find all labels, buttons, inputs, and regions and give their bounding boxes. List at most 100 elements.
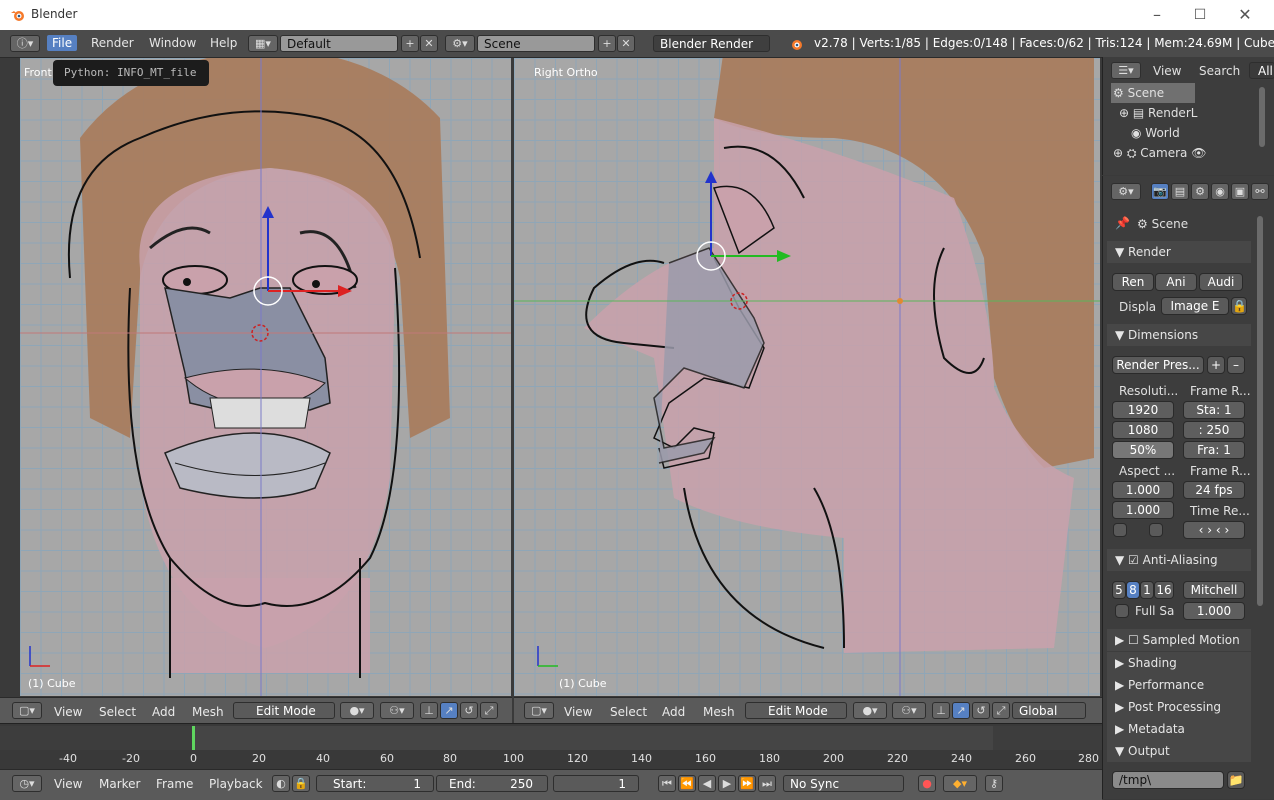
- visibility-eye-icon[interactable]: 👁: [1191, 146, 1206, 160]
- editor-type-3dview-icon[interactable]: ▢▾: [524, 702, 554, 719]
- world-tab-icon[interactable]: ◉: [1211, 183, 1229, 200]
- timeline-menu-frame[interactable]: Frame: [156, 777, 193, 791]
- render-engine-select[interactable]: Blender Render: [653, 35, 770, 52]
- panel-header-metadata[interactable]: ▶ Metadata: [1107, 718, 1251, 740]
- frame-end-field[interactable]: : 250: [1183, 421, 1245, 439]
- add-screen-icon[interactable]: +: [401, 35, 419, 52]
- view3d-menu-view[interactable]: View: [564, 705, 592, 719]
- aa-filter-select[interactable]: Mitchell: [1183, 581, 1245, 599]
- aa-samples-5[interactable]: 5: [1112, 581, 1126, 599]
- object-tab-icon[interactable]: ▣: [1231, 183, 1249, 200]
- render-tab-icon[interactable]: 📷: [1151, 183, 1169, 200]
- timeline-menu-marker[interactable]: Marker: [99, 777, 140, 791]
- full-sample-checkbox[interactable]: [1115, 604, 1129, 618]
- pivot-select-icon[interactable]: ⚇▾: [892, 702, 926, 719]
- outliner-item-camera[interactable]: ⊕ ⛭ Camera 👁: [1113, 146, 1206, 161]
- play-reverse-icon[interactable]: ◀: [698, 775, 716, 792]
- shading-select-icon[interactable]: ●▾: [340, 702, 374, 719]
- rotate-manipulator-icon[interactable]: ↺: [972, 702, 990, 719]
- constraints-tab-icon[interactable]: ⚯: [1251, 183, 1269, 200]
- mode-select[interactable]: Edit Mode: [745, 702, 847, 719]
- aspect-x-field[interactable]: 1.000: [1112, 481, 1174, 499]
- aa-samples-11[interactable]: 1: [1140, 581, 1154, 599]
- play-icon[interactable]: ▶: [718, 775, 736, 792]
- add-scene-icon[interactable]: +: [598, 35, 616, 52]
- menu-render[interactable]: Render: [86, 35, 139, 51]
- shading-select-icon[interactable]: ●▾: [853, 702, 887, 719]
- output-path-field[interactable]: /tmp\: [1112, 771, 1224, 789]
- outliner-item-renderlayers[interactable]: ⊕ ▤ RenderL: [1119, 106, 1197, 120]
- jump-end-icon[interactable]: ⏭: [758, 775, 776, 792]
- mode-select[interactable]: Edit Mode: [233, 702, 335, 719]
- lock-interface-icon[interactable]: 🔒: [1231, 297, 1247, 315]
- resolution-percentage-field[interactable]: 50%: [1112, 441, 1174, 459]
- panel-header-dimensions[interactable]: ▼ Dimensions: [1107, 324, 1251, 346]
- editor-type-timeline-icon[interactable]: ◷▾: [12, 775, 42, 792]
- menu-file[interactable]: File: [47, 35, 78, 51]
- panel-header-antialiasing[interactable]: ▼ ☑ Anti-Aliasing: [1107, 549, 1251, 571]
- start-frame-field[interactable]: Start: 1: [316, 775, 434, 792]
- scale-manipulator-icon[interactable]: ⤢: [480, 702, 498, 719]
- transform-orientation-select[interactable]: Global: [1012, 702, 1086, 719]
- time-remap-field[interactable]: ‹ › ‹ ›: [1183, 521, 1245, 539]
- resolution-y-field[interactable]: 1080: [1112, 421, 1174, 439]
- anti-aliasing-checkbox[interactable]: ☑: [1128, 553, 1139, 567]
- view3d-menu-view[interactable]: View: [54, 705, 82, 719]
- sync-select[interactable]: No Sync: [783, 775, 904, 792]
- jump-start-icon[interactable]: ⏮: [658, 775, 676, 792]
- menu-window[interactable]: Window: [144, 35, 201, 51]
- remove-scene-icon[interactable]: ✕: [617, 35, 635, 52]
- render-layers-tab-icon[interactable]: ▤: [1171, 183, 1189, 200]
- panel-header-output[interactable]: ▼ Output: [1107, 740, 1251, 762]
- scene-tab-icon[interactable]: ⚙: [1191, 183, 1209, 200]
- viewport-right-ortho[interactable]: Right Ortho (1) Cube: [514, 58, 1100, 696]
- view3d-menu-mesh[interactable]: Mesh: [703, 705, 735, 719]
- frame-rate-select[interactable]: 24 fps: [1183, 481, 1245, 499]
- record-icon[interactable]: ●: [918, 775, 936, 792]
- outliner-scrollbar[interactable]: [1259, 87, 1265, 147]
- editor-type-properties-icon[interactable]: ⚙▾: [1111, 183, 1141, 200]
- translate-manipulator-icon[interactable]: ↗: [952, 702, 970, 719]
- screen-layout-field[interactable]: Default: [280, 35, 398, 52]
- properties-scrollbar[interactable]: [1257, 216, 1263, 606]
- viewport-front[interactable]: Front (1) Cube: [20, 58, 511, 696]
- remove-screen-icon[interactable]: ✕: [420, 35, 438, 52]
- aa-samples-16[interactable]: 16: [1154, 581, 1174, 599]
- outliner-item-scene[interactable]: ⚙ Scene: [1113, 86, 1164, 100]
- timeline[interactable]: -40 -20 0 20 40 60 80 100 120 140 160 18…: [0, 723, 1102, 770]
- menu-help[interactable]: Help: [205, 35, 242, 51]
- resolution-x-field[interactable]: 1920: [1112, 401, 1174, 419]
- timeline-menu-view[interactable]: View: [54, 777, 82, 791]
- outliner-menu-view[interactable]: View: [1153, 64, 1181, 78]
- panel-header-performance[interactable]: ▶ Performance: [1107, 674, 1251, 696]
- maximize-button[interactable]: ☐: [1189, 4, 1211, 26]
- timeline-menu-playback[interactable]: Playback: [209, 777, 263, 791]
- screen-layout-icon[interactable]: ▦▾: [248, 35, 278, 52]
- sampled-motion-blur-checkbox[interactable]: ☐: [1128, 633, 1139, 647]
- render-image-button[interactable]: Ren: [1112, 273, 1154, 291]
- editor-type-info-button[interactable]: ⓘ▾: [10, 35, 40, 52]
- view3d-menu-add[interactable]: Add: [152, 705, 175, 719]
- border-checkbox[interactable]: [1113, 523, 1127, 537]
- editor-type-outliner-icon[interactable]: ☰▾: [1111, 62, 1141, 79]
- preview-range-icon[interactable]: ◐: [272, 775, 290, 792]
- manipulator-toggle-icon[interactable]: ⊥: [420, 702, 438, 719]
- pin-icon[interactable]: 📌: [1115, 216, 1130, 230]
- panel-header-sampled-motion-blur[interactable]: ▶ ☐ Sampled Motion Bl: [1107, 629, 1251, 669]
- render-audio-button[interactable]: Audi: [1199, 273, 1243, 291]
- outliner-display-select[interactable]: All: [1249, 62, 1274, 79]
- scene-field[interactable]: Scene: [477, 35, 595, 52]
- keying-set-icon[interactable]: ◆▾: [943, 775, 977, 792]
- outliner-menu-search[interactable]: Search: [1199, 64, 1240, 78]
- view3d-menu-select[interactable]: Select: [610, 705, 647, 719]
- timeline-frame-cursor[interactable]: [192, 726, 195, 750]
- render-animation-button[interactable]: Ani: [1155, 273, 1197, 291]
- rotate-manipulator-icon[interactable]: ↺: [460, 702, 478, 719]
- remove-preset-icon[interactable]: –: [1227, 356, 1245, 374]
- lock-range-icon[interactable]: 🔒: [292, 775, 310, 792]
- display-select[interactable]: Image E: [1161, 297, 1229, 315]
- manipulator-toggle-icon[interactable]: ⊥: [932, 702, 950, 719]
- outliner-item-world[interactable]: ◉ World: [1131, 126, 1180, 140]
- keyframe-insert-icon[interactable]: ⚷: [985, 775, 1003, 792]
- frame-start-field[interactable]: Sta: 1: [1183, 401, 1245, 419]
